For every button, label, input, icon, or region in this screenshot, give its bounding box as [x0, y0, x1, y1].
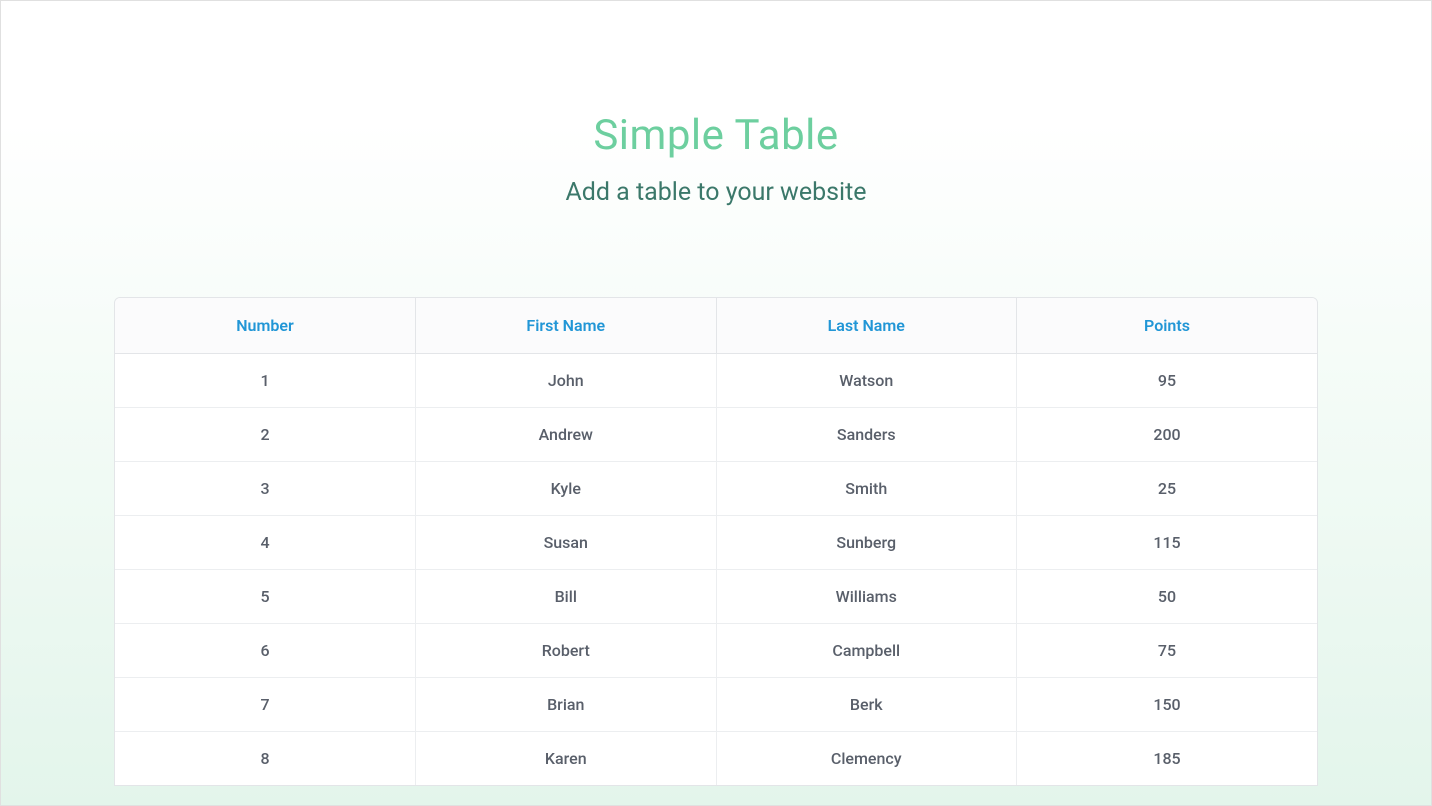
table-row: 6 Robert Campbell 75 [115, 624, 1317, 678]
column-header-number[interactable]: Number [115, 298, 416, 354]
cell-first-name: John [416, 354, 717, 408]
cell-points: 200 [1017, 408, 1318, 462]
cell-number: 5 [115, 570, 416, 624]
cell-points: 50 [1017, 570, 1318, 624]
table-row: 8 Karen Clemency 185 [115, 732, 1317, 786]
page-title: Simple Table [593, 111, 838, 160]
table-header-row: Number First Name Last Name Points [115, 298, 1317, 354]
cell-first-name: Robert [416, 624, 717, 678]
cell-points: 150 [1017, 678, 1318, 732]
cell-last-name: Campbell [716, 624, 1017, 678]
cell-first-name: Kyle [416, 462, 717, 516]
table-body: 1 John Watson 95 2 Andrew Sanders 200 3 … [115, 354, 1317, 786]
cell-points: 25 [1017, 462, 1318, 516]
cell-number: 8 [115, 732, 416, 786]
table-row: 5 Bill Williams 50 [115, 570, 1317, 624]
page-subtitle: Add a table to your website [565, 178, 866, 207]
cell-number: 3 [115, 462, 416, 516]
table-row: 7 Brian Berk 150 [115, 678, 1317, 732]
column-header-points[interactable]: Points [1017, 298, 1318, 354]
cell-last-name: Williams [716, 570, 1017, 624]
cell-first-name: Susan [416, 516, 717, 570]
table-row: 1 John Watson 95 [115, 354, 1317, 408]
cell-last-name: Clemency [716, 732, 1017, 786]
cell-first-name: Karen [416, 732, 717, 786]
cell-points: 115 [1017, 516, 1318, 570]
cell-number: 7 [115, 678, 416, 732]
cell-points: 95 [1017, 354, 1318, 408]
table-row: 4 Susan Sunberg 115 [115, 516, 1317, 570]
cell-number: 6 [115, 624, 416, 678]
table-row: 3 Kyle Smith 25 [115, 462, 1317, 516]
column-header-last-name[interactable]: Last Name [716, 298, 1017, 354]
data-table-wrapper: Number First Name Last Name Points 1 Joh… [114, 297, 1318, 786]
page-frame: Simple Table Add a table to your website… [0, 0, 1432, 806]
cell-last-name: Berk [716, 678, 1017, 732]
cell-points: 75 [1017, 624, 1318, 678]
cell-last-name: Sunberg [716, 516, 1017, 570]
cell-number: 4 [115, 516, 416, 570]
column-header-first-name[interactable]: First Name [416, 298, 717, 354]
cell-points: 185 [1017, 732, 1318, 786]
cell-last-name: Sanders [716, 408, 1017, 462]
cell-number: 1 [115, 354, 416, 408]
cell-first-name: Bill [416, 570, 717, 624]
table-row: 2 Andrew Sanders 200 [115, 408, 1317, 462]
cell-first-name: Andrew [416, 408, 717, 462]
cell-first-name: Brian [416, 678, 717, 732]
data-table: Number First Name Last Name Points 1 Joh… [115, 298, 1317, 785]
table-header: Number First Name Last Name Points [115, 298, 1317, 354]
cell-last-name: Smith [716, 462, 1017, 516]
cell-last-name: Watson [716, 354, 1017, 408]
cell-number: 2 [115, 408, 416, 462]
